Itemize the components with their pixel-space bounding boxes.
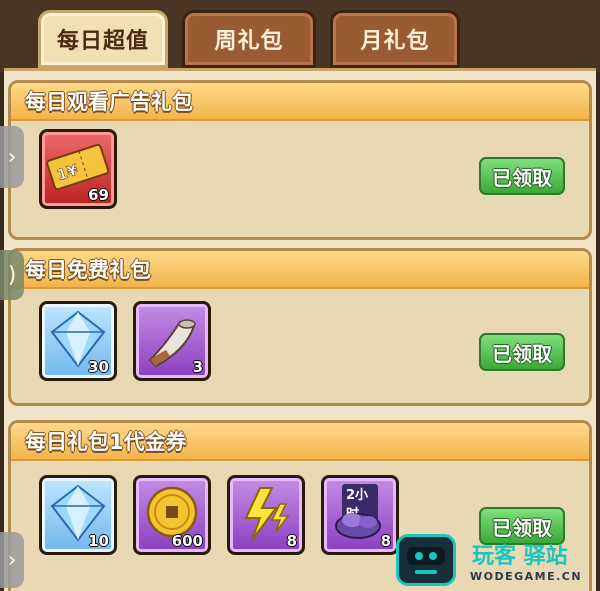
watermark-url: WODEGAME.CN <box>470 570 583 583</box>
item-quantity: 10 <box>88 532 109 550</box>
robot-logo-icon <box>396 534 456 586</box>
item-slot[interactable]: 600 <box>133 475 211 555</box>
item-quantity: 600 <box>171 532 203 550</box>
chevron-right-icon[interactable]: › <box>0 126 24 188</box>
watermark: 玩客 驿站 WODEGAME.CN <box>392 532 600 591</box>
claimed-button[interactable]: 已领取 <box>479 333 565 371</box>
tab-weekly-pack[interactable]: 周礼包 <box>182 10 316 68</box>
item-quantity: 69 <box>88 186 109 204</box>
item-slot[interactable]: 1¥ 69 <box>39 129 117 209</box>
item-slot[interactable]: 8 <box>227 475 305 555</box>
watermark-brand: 玩客 驿站 <box>472 544 568 569</box>
item-slot[interactable]: 3 <box>133 301 211 381</box>
item-quantity: 3 <box>192 358 203 376</box>
item-slot[interactable]: 2小时 8 <box>321 475 399 555</box>
item-slot[interactable]: 10 <box>39 475 117 555</box>
section-title: 每日免费礼包 <box>11 251 589 289</box>
item-quantity: 8 <box>380 532 391 550</box>
section-daily-ad-pack: 每日观看广告礼包 1¥ 69 已领取 <box>8 80 592 240</box>
chevron-right-icon[interactable]: › <box>0 532 24 588</box>
item-quantity: 30 <box>88 358 109 376</box>
item-slot[interactable]: 30 <box>39 301 117 381</box>
section-title: 每日礼包1代金券 <box>11 423 589 461</box>
tab-daily-value[interactable]: 每日超值 <box>38 10 168 68</box>
wifi-icon: ) <box>0 250 24 300</box>
tab-bar: 每日超值 周礼包 月礼包 <box>0 0 600 72</box>
claimed-button[interactable]: 已领取 <box>479 157 565 195</box>
section-title: 每日观看广告礼包 <box>11 83 589 121</box>
item-quantity: 8 <box>286 532 297 550</box>
tab-monthly-pack[interactable]: 月礼包 <box>330 10 460 68</box>
section-daily-free-pack: 每日免费礼包 30 3 已领取 <box>8 248 592 406</box>
